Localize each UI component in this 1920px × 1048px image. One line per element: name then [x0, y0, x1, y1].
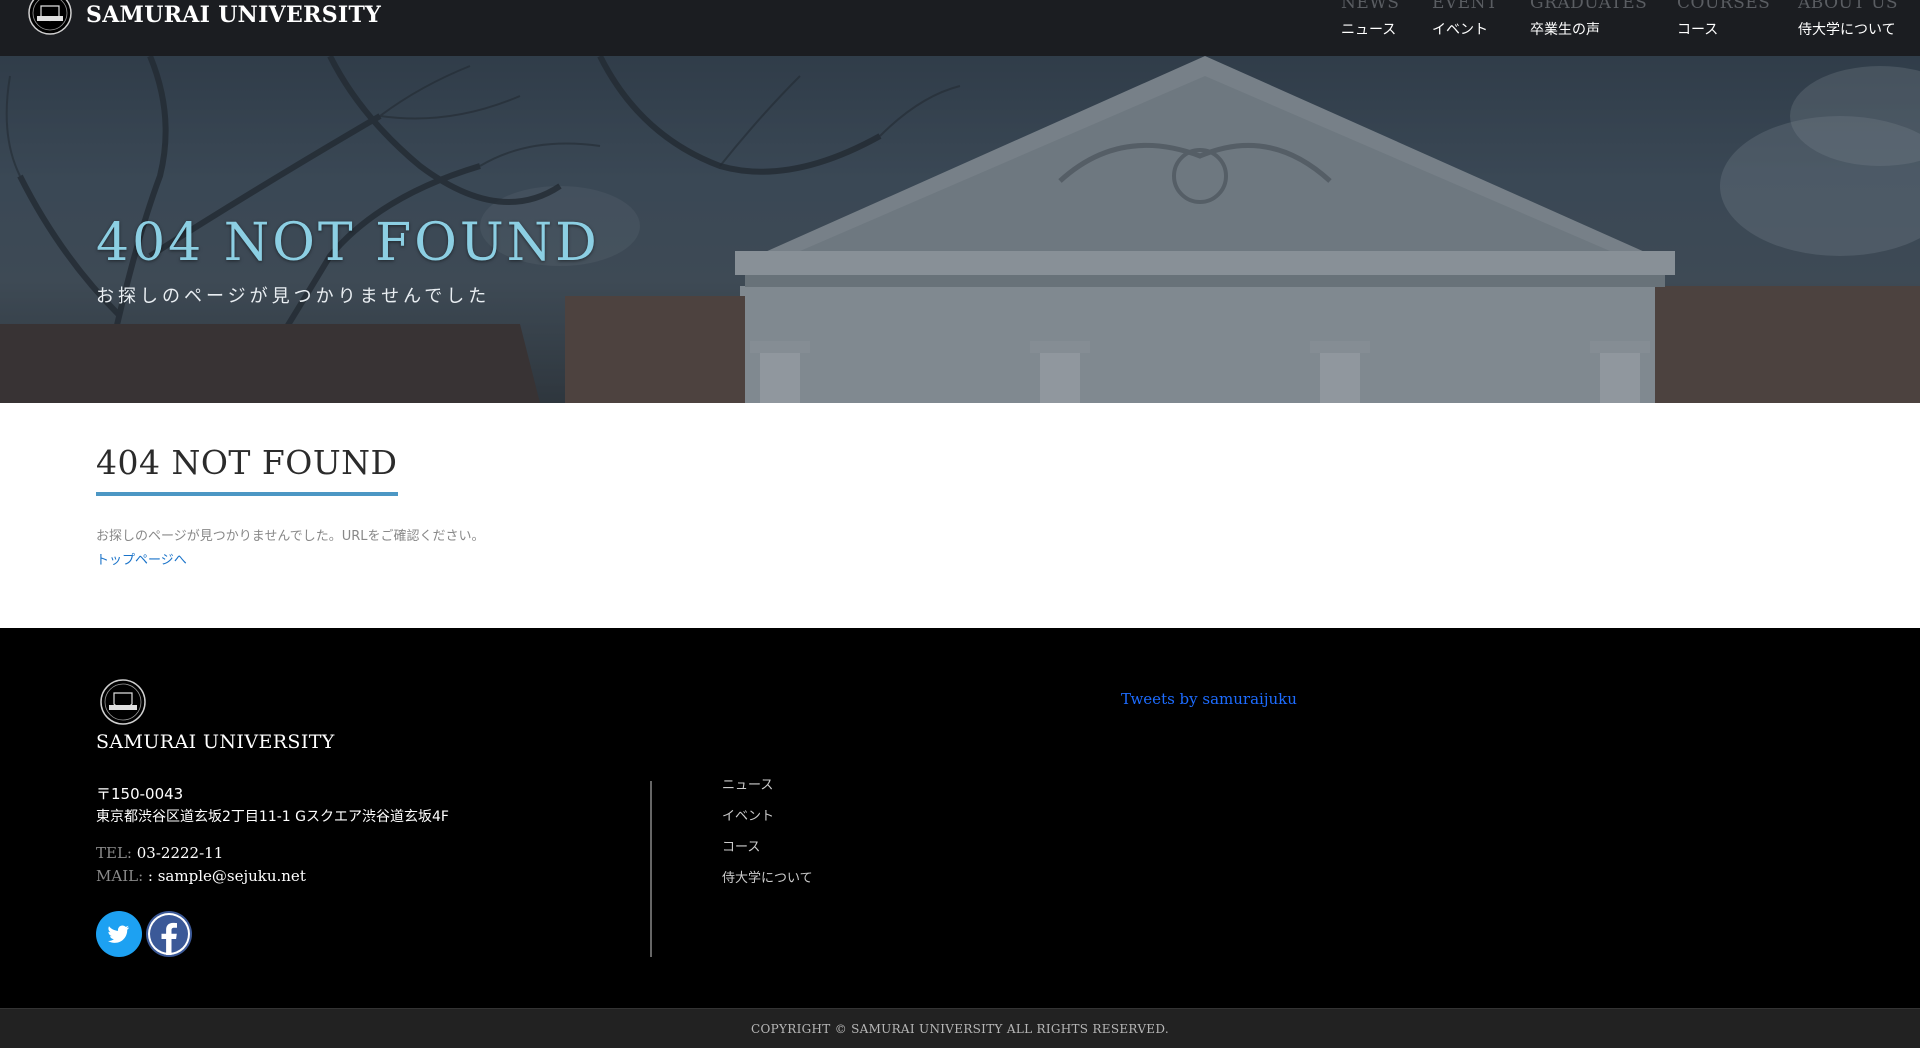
university-crest-icon[interactable] [98, 678, 148, 726]
footer-nav-about[interactable]: 侍大学について [722, 867, 813, 886]
hero-banner: 404 NOT FOUND お探しのページが見つかりませんでした [0, 56, 1920, 403]
nav-ja-label: 侍大学について [1798, 22, 1896, 38]
footer-address: 東京都渋谷区道玄坂2丁目11-1 Gスクエア渋谷道玄坂4F [96, 809, 449, 825]
footer-nav-event[interactable]: イベント [722, 805, 813, 824]
site-header: SAMURAI UNIVERSITY NEWS ニュース EVENT イベント … [0, 0, 1920, 56]
nav-en-label: EVENT [1432, 0, 1498, 13]
hero-subtitle: お探しのページが見つかりませんでした [96, 286, 491, 307]
nav-en-label: COURSES [1677, 0, 1771, 13]
twitter-timeline-link[interactable]: Tweets by samuraijuku [1121, 690, 1297, 708]
footer-mail: MAIL: : sample@sejuku.net [96, 867, 306, 885]
nav-item-about[interactable]: ABOUT US 侍大学について [1798, 0, 1898, 39]
footer-nav-courses[interactable]: コース [722, 836, 813, 855]
page-title: 404 NOT FOUND [96, 443, 398, 496]
copyright-bar: COPYRIGHT © SAMURAI UNIVERSITY ALL RIGHT… [0, 1008, 1920, 1048]
footer-divider [650, 781, 652, 957]
nav-ja-label: 卒業生の声 [1530, 22, 1600, 38]
footer-brand: SAMURAI UNIVERSITY [96, 731, 335, 753]
main-content: 404 NOT FOUND お探しのページが見つかりませんでした。URLをご確認… [0, 403, 1920, 628]
tel-value: 03-2222-11 [131, 844, 224, 862]
nav-item-event[interactable]: EVENT イベント [1432, 0, 1498, 39]
footer-tel: TEL: 03-2222-11 [96, 844, 223, 862]
mail-value: : sample@sejuku.net [143, 867, 306, 885]
facebook-icon [148, 913, 190, 955]
nav-ja-label: コース [1677, 22, 1719, 38]
footer-nav: ニュース イベント コース 侍大学について [722, 774, 813, 898]
nav-en-label: NEWS [1341, 0, 1400, 13]
nav-item-graduates[interactable]: GRADUATES 卒業生の声 [1530, 0, 1647, 39]
not-found-message: お探しのページが見つかりませんでした。URLをご確認ください。 [96, 529, 485, 544]
hero-title: 404 NOT FOUND [96, 213, 600, 273]
twitter-icon [108, 925, 129, 943]
top-page-link[interactable]: トップページへ [96, 549, 187, 568]
nav-ja-label: イベント [1432, 22, 1488, 38]
tel-label: TEL: [96, 844, 132, 862]
site-footer: SAMURAI UNIVERSITY 〒150-0043 東京都渋谷区道玄坂2丁… [0, 628, 1920, 1008]
main-nav: NEWS ニュース EVENT イベント GRADUATES 卒業生の声 COU… [0, 0, 1920, 56]
copyright-text: COPYRIGHT © SAMURAI UNIVERSITY ALL RIGHT… [751, 1022, 1169, 1036]
nav-en-label: ABOUT US [1798, 0, 1899, 13]
nav-item-news[interactable]: NEWS ニュース [1341, 0, 1399, 39]
facebook-button[interactable] [146, 911, 192, 957]
nav-en-label: GRADUATES [1530, 0, 1648, 13]
footer-nav-news[interactable]: ニュース [722, 774, 813, 793]
footer-zip: 〒150-0043 [96, 785, 184, 803]
nav-ja-label: ニュース [1341, 22, 1397, 38]
twitter-button[interactable] [96, 911, 142, 957]
mail-label: MAIL: [96, 867, 144, 885]
nav-item-courses[interactable]: COURSES コース [1677, 0, 1770, 39]
